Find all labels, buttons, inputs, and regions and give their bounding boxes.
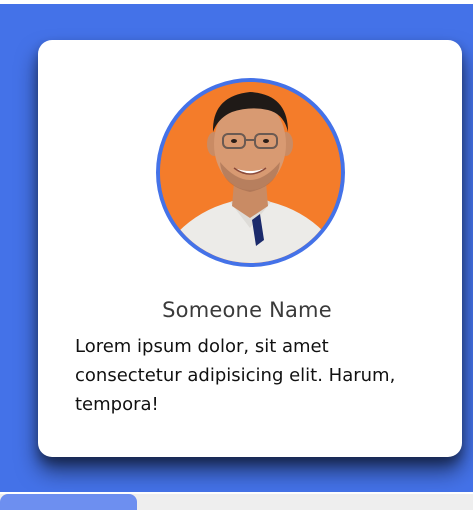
profile-photo-icon <box>160 82 341 263</box>
horizontal-scrollbar-thumb[interactable] <box>0 494 137 510</box>
avatar <box>156 78 345 267</box>
profile-name-text: Someone Name <box>162 298 332 322</box>
profile-card: Someone Name Lorem ipsum dolor, sit amet… <box>38 40 462 457</box>
profile-description: Lorem ipsum dolor, sit amet consectetur … <box>75 336 396 415</box>
profile-name: Someone Name <box>38 298 462 322</box>
